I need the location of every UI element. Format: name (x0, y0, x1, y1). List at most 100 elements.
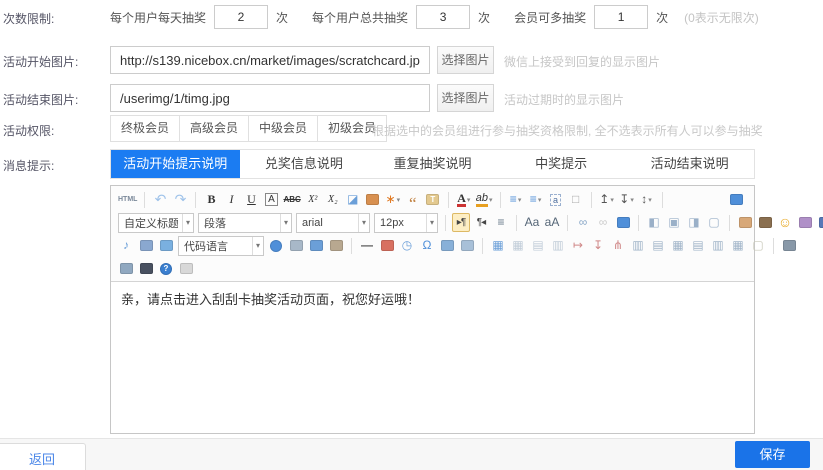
size-select[interactable]: 12px▾ (374, 213, 438, 233)
redo-icon[interactable]: ↷ (171, 190, 189, 209)
time-icon[interactable]: ◷ (398, 236, 416, 255)
clear-doc-icon[interactable]: □ (567, 190, 585, 209)
format-painter-icon[interactable] (364, 190, 382, 209)
tab-win-tip[interactable]: 中奖提示 (497, 150, 626, 178)
tab-activity-end[interactable]: 活动结束说明 (625, 150, 754, 178)
paste-plain-icon[interactable]: T (424, 190, 442, 209)
insert-frame-icon[interactable] (157, 236, 175, 255)
footer-bar: 返回 保存 (0, 438, 823, 470)
merge-right-icon[interactable]: ▥ (629, 236, 647, 255)
paragraph-spacing-icon[interactable]: ↧▾ (618, 190, 636, 209)
merge-cells-icon[interactable]: ▦ (669, 236, 687, 255)
delete-table-icon[interactable]: ▦ (509, 236, 527, 255)
insert-image-icon[interactable] (736, 213, 754, 232)
insert-anchor-icon[interactable] (614, 213, 632, 232)
horizontal-rule-icon[interactable]: — (358, 236, 376, 255)
italic-icon[interactable]: I (222, 190, 240, 209)
insert-row-icon[interactable]: ↦ (569, 236, 587, 255)
split-row-icon[interactable]: ▤ (689, 236, 707, 255)
remove-format-icon[interactable]: ◪ (344, 190, 362, 209)
html-source-icon[interactable]: HTML (117, 190, 138, 209)
merge-down-icon[interactable]: ▤ (649, 236, 667, 255)
image-align-none-icon[interactable]: ▢ (705, 213, 723, 232)
subscript-icon[interactable]: X₂ (324, 190, 342, 209)
superscript-icon[interactable]: X² (304, 190, 322, 209)
snapshot-icon[interactable] (327, 236, 345, 255)
date-icon[interactable] (378, 236, 396, 255)
columns-icon[interactable] (307, 236, 325, 255)
tab-activity-start-tip[interactable]: 活动开始提示说明 (111, 150, 240, 178)
member-option-ultimate[interactable]: 终极会员 (110, 115, 180, 142)
help-icon[interactable]: ? (157, 259, 175, 278)
tab-redeem-info[interactable]: 兑奖信息说明 (240, 150, 369, 178)
link-icon[interactable]: ∞ (574, 213, 592, 232)
paste-icon[interactable] (177, 259, 195, 278)
insert-table-icon[interactable]: ▦ (489, 236, 507, 255)
heading-select[interactable]: 自定义标题▾ (118, 213, 194, 233)
bold-icon[interactable]: B (202, 190, 220, 209)
total-limit-input[interactable] (416, 5, 470, 29)
font-color-icon[interactable]: A▾ (455, 190, 473, 209)
emoticon-icon[interactable]: ☺ (776, 213, 794, 232)
underline-icon[interactable]: U (242, 190, 260, 209)
split-col-icon[interactable]: ▥ (709, 236, 727, 255)
undo-icon[interactable]: ↶ (151, 190, 169, 209)
ordered-list-icon[interactable]: ≡▾ (507, 190, 525, 209)
start-image-input[interactable] (110, 46, 430, 74)
map-icon[interactable] (438, 236, 456, 255)
paragraph-break-icon[interactable] (287, 236, 305, 255)
lowercase-icon[interactable]: aA (543, 213, 561, 232)
gmap-icon[interactable] (458, 236, 476, 255)
insert-col-icon[interactable]: ↧ (589, 236, 607, 255)
save-button[interactable]: 保存 (735, 441, 810, 468)
preview-icon[interactable] (117, 259, 135, 278)
font-border-icon[interactable]: A (262, 190, 280, 209)
end-image-hint: 活动过期时的显示图片 (504, 91, 624, 108)
split-cell-icon[interactable]: ⋔ (609, 236, 627, 255)
rtl-icon[interactable]: ¶◂ (472, 213, 490, 232)
code-language-select[interactable]: 代码语言▾ (178, 236, 264, 256)
toolbar-separator (144, 192, 145, 208)
indent-icon[interactable]: ↥▾ (598, 190, 616, 209)
highlight-color-icon[interactable]: ab▾ (475, 190, 494, 209)
table-grid-icon[interactable]: ▦ (729, 236, 747, 255)
end-image-pick-button[interactable]: 选择图片 (437, 84, 494, 112)
image-align-left-icon[interactable]: ◧ (645, 213, 663, 232)
start-image-pick-button[interactable]: 选择图片 (437, 46, 494, 74)
insert-video-icon[interactable] (816, 213, 823, 232)
font-select[interactable]: arial▾ (296, 213, 370, 233)
print-icon[interactable] (780, 236, 798, 255)
back-button[interactable]: 返回 (0, 443, 86, 470)
tab-repeat-draw[interactable]: 重复抽奖说明 (368, 150, 497, 178)
image-align-center-icon[interactable]: ▣ (665, 213, 683, 232)
uppercase-icon[interactable]: Aa (523, 213, 541, 232)
online-image-icon[interactable] (756, 213, 774, 232)
title-row-icon[interactable]: ▤ (529, 236, 547, 255)
auto-typeset-icon[interactable]: ∗▾ (384, 190, 402, 209)
image-align-right-icon[interactable]: ◨ (685, 213, 703, 232)
end-image-input[interactable] (110, 84, 430, 112)
member-option-middle[interactable]: 中级会员 (249, 115, 318, 142)
title-col-icon[interactable]: ▥ (549, 236, 567, 255)
blockquote-icon[interactable]: “ (404, 190, 422, 209)
paragraph-select[interactable]: 段落▾ (198, 213, 292, 233)
ltr-icon[interactable]: ▸¶ (452, 213, 470, 232)
fullscreen-icon[interactable] (727, 190, 745, 209)
daily-limit-input[interactable] (214, 5, 268, 29)
find-replace-icon[interactable] (137, 259, 155, 278)
page-doc-icon[interactable]: ▢ (749, 236, 767, 255)
member-extra-input[interactable] (594, 5, 648, 29)
strikethrough-icon[interactable]: ABC (282, 190, 301, 209)
editor-content[interactable]: 亲，请点击进入刮刮卡抽奖活动页面，祝您好运哦！ (111, 282, 754, 433)
attachment-icon[interactable] (137, 236, 155, 255)
unlink-icon[interactable]: ∞ (594, 213, 612, 232)
line-height-icon[interactable]: ↕▾ (638, 190, 656, 209)
member-option-senior[interactable]: 高级会员 (180, 115, 249, 142)
scrawl-icon[interactable] (796, 213, 814, 232)
unordered-list-icon[interactable]: ≡▾ (527, 190, 545, 209)
special-char-icon[interactable]: Ω (418, 236, 436, 255)
anchor-icon[interactable]: a (547, 190, 565, 209)
paragraph-indent-icon[interactable]: ≡ (492, 213, 510, 232)
insert-code-icon[interactable] (267, 236, 285, 255)
music-icon[interactable]: ♪ (117, 236, 135, 255)
